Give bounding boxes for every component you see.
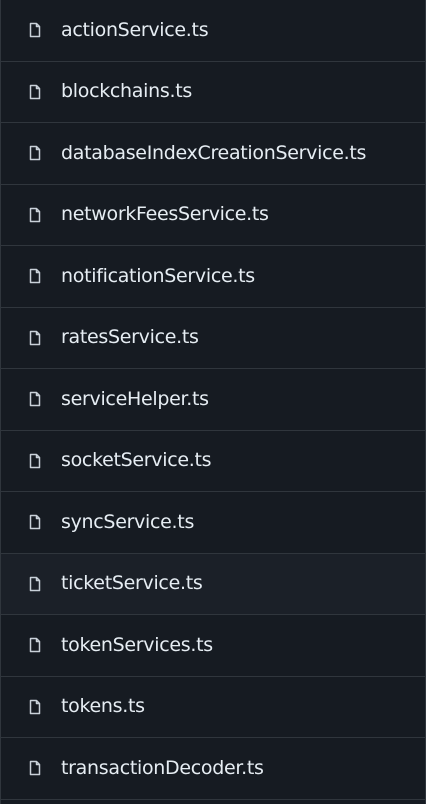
file-name[interactable]: tokens.ts — [61, 697, 145, 716]
file-name[interactable]: tokenServices.ts — [61, 635, 213, 655]
file-row-syncservice[interactable]: syncService.ts — [1, 492, 425, 554]
file-list: actionService.ts blockchains.ts database… — [0, 0, 426, 804]
file-icon — [27, 699, 43, 715]
file-name[interactable]: serviceHelper.ts — [61, 389, 209, 409]
file-row-networkfeesservice[interactable]: networkFeesService.ts — [1, 185, 425, 246]
file-name[interactable]: transactionDecoder.ts — [61, 758, 264, 778]
file-icon — [27, 22, 43, 38]
file-row-socketservice[interactable]: socketService.ts — [1, 431, 425, 492]
file-icon — [27, 760, 43, 776]
file-name[interactable]: blockchains.ts — [61, 82, 192, 101]
file-icon — [27, 145, 43, 161]
file-icon — [27, 453, 43, 469]
file-name[interactable]: notificationService.ts — [61, 266, 255, 286]
file-icon — [27, 84, 43, 100]
file-name[interactable]: ticketService.ts — [61, 574, 203, 593]
file-icon — [27, 330, 43, 346]
file-row-tokenservices[interactable]: tokenServices.ts — [1, 615, 425, 677]
file-name[interactable]: networkFeesService.ts — [61, 205, 269, 224]
file-name[interactable]: ratesService.ts — [61, 328, 199, 347]
file-row-actionservice[interactable]: actionService.ts — [1, 0, 425, 62]
file-row-databaseindexcreationservice[interactable]: databaseIndexCreationService.ts — [1, 123, 425, 185]
file-row-notificationservice[interactable]: notificationService.ts — [1, 246, 425, 308]
file-icon — [27, 514, 43, 530]
file-row-servicehelper[interactable]: serviceHelper.ts — [1, 369, 425, 431]
file-row-blockchains[interactable]: blockchains.ts — [1, 62, 425, 123]
file-name[interactable]: databaseIndexCreationService.ts — [61, 143, 366, 163]
file-row-ticketservice[interactable]: ticketService.ts — [1, 553, 425, 615]
file-name[interactable]: socketService.ts — [61, 451, 212, 470]
file-icon — [27, 268, 43, 284]
file-icon — [27, 207, 43, 223]
file-icon — [27, 391, 43, 407]
file-icon — [27, 576, 43, 592]
file-row-transactiondecoder[interactable]: transactionDecoder.ts — [1, 738, 425, 800]
file-row-tokens[interactable]: tokens.ts — [1, 677, 425, 738]
file-name[interactable]: actionService.ts — [61, 20, 209, 40]
file-row-ratesservice[interactable]: ratesService.ts — [1, 308, 425, 369]
file-icon — [27, 637, 43, 653]
file-name[interactable]: syncService.ts — [61, 512, 194, 532]
